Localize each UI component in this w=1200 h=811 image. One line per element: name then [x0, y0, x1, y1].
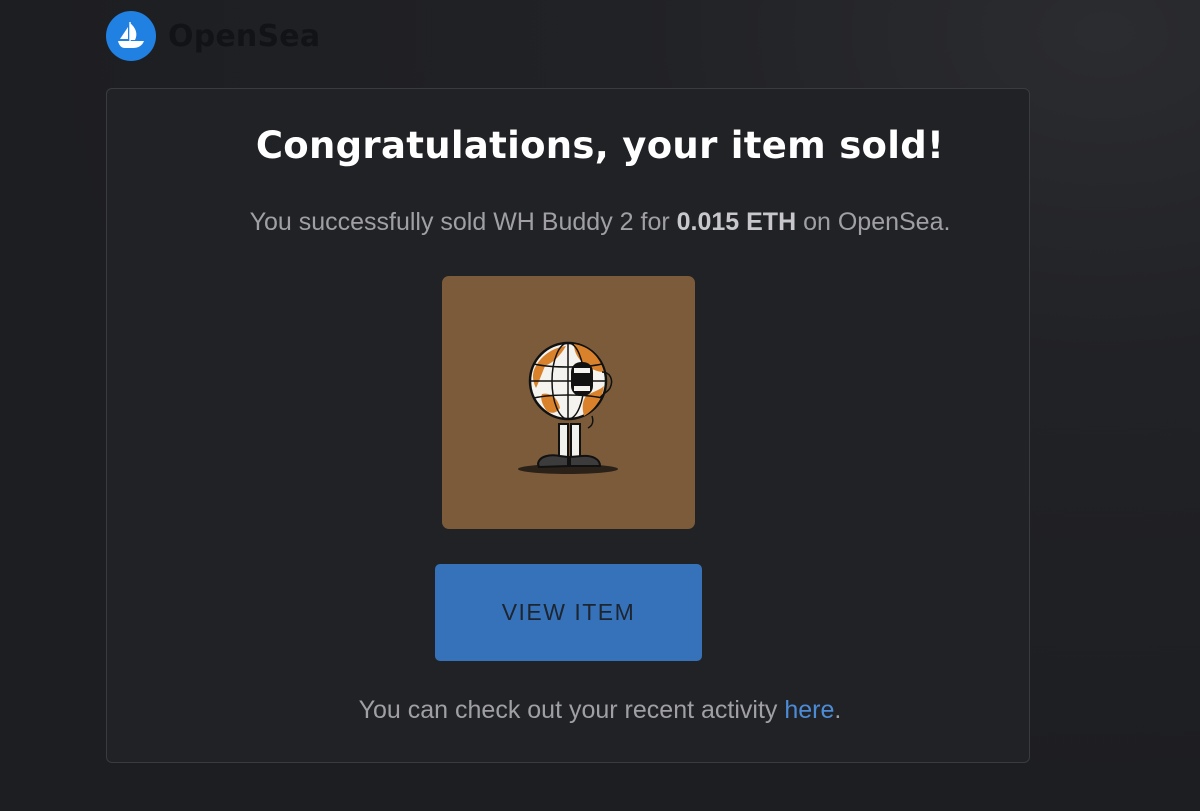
sale-summary-prefix: You successfully sold WH Buddy 2 for	[249, 208, 677, 236]
brand-name: OpenSea	[168, 18, 321, 54]
nft-item-image[interactable]	[442, 276, 695, 529]
activity-note-prefix: You can check out your recent activity	[358, 696, 785, 724]
sale-summary-suffix: on OpenSea.	[796, 208, 951, 236]
globe-character-illustration	[518, 341, 618, 474]
headline: Congratulations, your item sold!	[255, 124, 945, 167]
activity-note: You can check out your recent activity h…	[0, 696, 1200, 725]
sale-price: 0.015 ETH	[676, 208, 797, 236]
sale-summary: You successfully sold WH Buddy 2 for 0.0…	[0, 208, 1200, 237]
opensea-ship-icon	[106, 11, 156, 61]
activity-note-suffix: .	[834, 696, 842, 724]
view-item-button[interactable]: VIEW ITEM	[435, 564, 702, 661]
activity-here-link[interactable]: here	[784, 696, 834, 724]
opensea-logo[interactable]: OpenSea	[106, 11, 320, 61]
